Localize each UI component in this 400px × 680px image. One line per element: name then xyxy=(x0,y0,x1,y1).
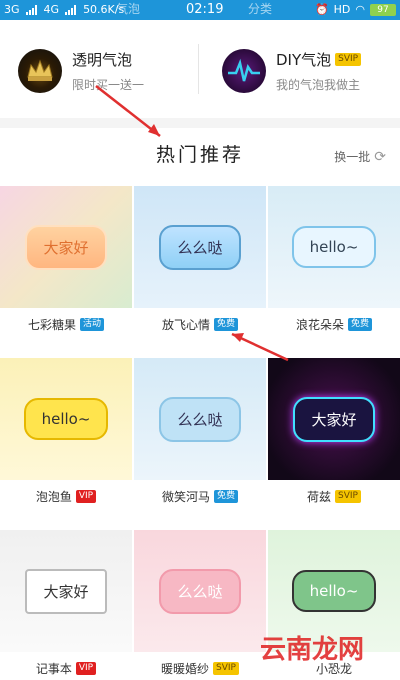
watermark: 云南龙网 xyxy=(259,635,364,665)
annotation-arrow-1 xyxy=(95,85,289,362)
